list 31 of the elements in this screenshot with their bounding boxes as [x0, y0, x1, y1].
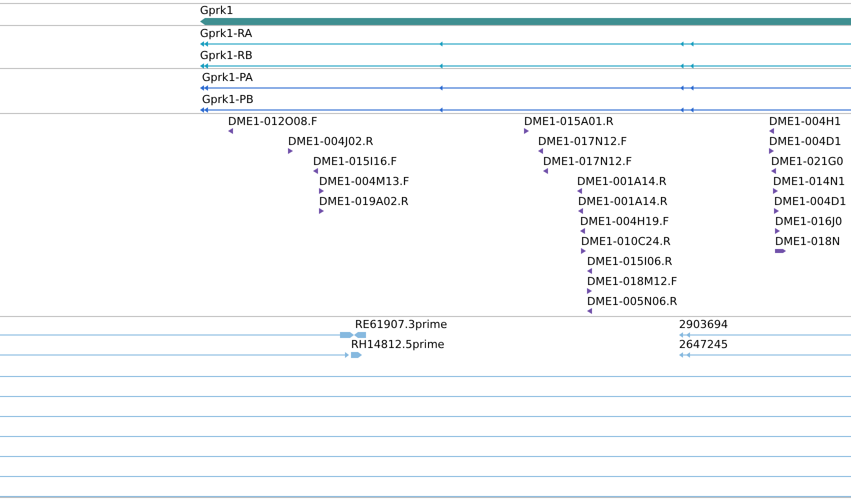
clone-end-label: DME1-019A02.R [319, 195, 409, 208]
clone-end-label: DME1-015A01.R [524, 115, 614, 128]
transcript-label: Gprk1-PA [202, 71, 253, 84]
clone-end-label: DME1-015I16.F [313, 155, 397, 168]
clone-end-label: DME1-015I06.R [587, 255, 672, 268]
clone-end-label: DME1-018N [775, 235, 840, 248]
alignment-label: RH14812.5prime [351, 338, 444, 351]
alignment-label: RE61907.3prime [355, 318, 448, 331]
clone-end-label: DME1-017N12.F [543, 155, 632, 168]
clone-end-label: DME1-010C24.R [581, 235, 671, 248]
clone-end-label: DME1-004D1 [769, 135, 842, 148]
clone-end-label: DME1-016J0 [775, 215, 842, 228]
alignment-label: 2903694 [679, 318, 728, 331]
clone-end-label: DME1-001A14.R [578, 195, 668, 208]
clone-end-label: DME1-018M12.F [587, 275, 678, 288]
clone-end-label: DME1-004H1 [769, 115, 842, 128]
alignment-label: 2647245 [679, 338, 728, 351]
clone-end-label: DME1-001A14.R [577, 175, 667, 188]
clone-end-label: DME1-004H19.F [580, 215, 669, 228]
clone-end-label: DME1-014N1 [773, 175, 846, 188]
transcript-label: Gprk1-PB [202, 93, 254, 106]
clone-end-label: DME1-004D1 [774, 195, 846, 208]
clone-end-label: DME1-017N12.F [538, 135, 627, 148]
clone-end-label: DME1-012O08.F [228, 115, 318, 128]
clone-end-label: DME1-021G0 [771, 155, 844, 168]
gene-label: Gprk1 [200, 4, 234, 17]
transcript-label: Gprk1-RA [200, 27, 252, 40]
clone-end-label: DME1-004J02.R [288, 135, 374, 148]
clone-end-label: DME1-005N06.R [587, 295, 678, 308]
transcript-label: Gprk1-RB [200, 49, 253, 62]
clone-end-label: DME1-004M13.F [319, 175, 410, 188]
